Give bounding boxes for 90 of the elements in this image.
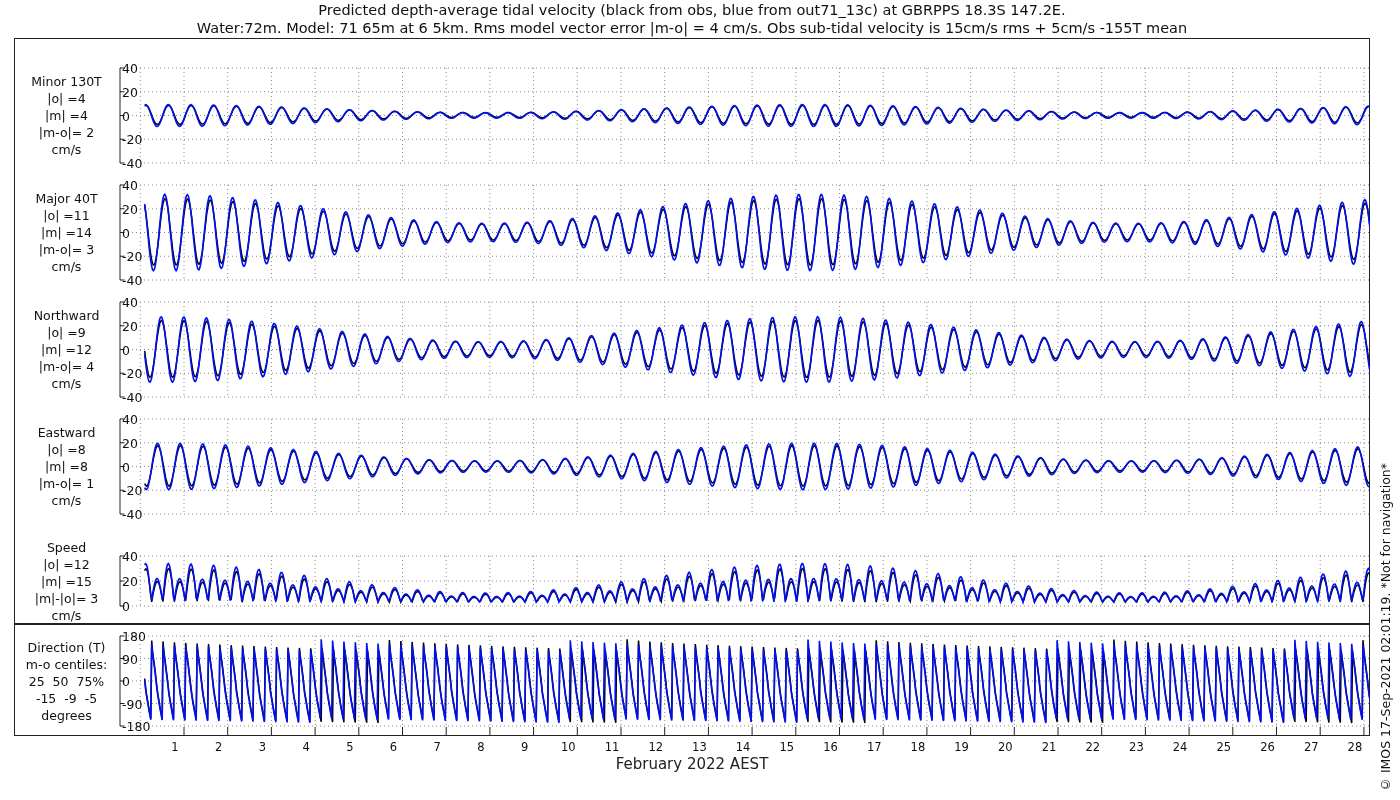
panel-label: |m-o|= 2 (38, 124, 95, 141)
axis-tick-label: 20 (122, 318, 138, 334)
axis-tick-label: 11 (604, 740, 620, 754)
panel-label: Minor 130T (31, 73, 102, 90)
panel-label: Eastward (37, 424, 96, 441)
panel-label: Speed (46, 538, 87, 556)
axis-tick-label: 20 (122, 435, 138, 451)
axis-tick-label: 24 (1172, 740, 1188, 754)
axis-tick-label: 20 (122, 201, 138, 217)
axis-tick-label: 14 (735, 740, 751, 754)
credit-text: © IMOS 17-Sep-2021 02:01:19. *Not for navigation* (1377, 462, 1393, 792)
panel-label: |m-o|= 4 (38, 358, 95, 375)
axis-tick-label: 3 (258, 740, 267, 754)
axis-tick-label: -40 (122, 156, 143, 171)
axis-tick-label: 0 (122, 225, 130, 241)
axis-tick-label: 40 (122, 549, 138, 564)
panel-label: Major 40T (35, 190, 98, 207)
axis-title: February 2022 AEST (615, 755, 769, 773)
axis-tick-label: 0 (122, 599, 130, 614)
panel-label: |m| =14 (41, 224, 92, 241)
chart-title: Water:72m. Model: 71 65m at 6 5km. Rms model vector error |m-o| = 4 cm/s. Obs sub-tidal velocity is 15cm/s rms + 5cm/s -155T mean (196, 19, 1188, 37)
panel-label: |m|-|o|= 3 (34, 589, 99, 607)
axis-tick-label: 27 (1303, 740, 1319, 754)
axis-tick-label: -20 (122, 366, 143, 382)
axis-tick-label: 19 (954, 740, 969, 754)
axis-tick-label: 0 (122, 674, 130, 689)
axis-tick-label: 1 (171, 740, 179, 754)
axis-tick-label: -90 (122, 696, 143, 712)
panel-label: |m-o|= 1 (38, 475, 95, 492)
axis-tick-label: 4 (302, 740, 310, 754)
axis-tick-label: 18 (910, 740, 926, 754)
axis-tick-label: 25 (1216, 740, 1232, 754)
panel-label: |o| =4 (47, 90, 86, 107)
axis-tick-label: 2 (215, 740, 223, 754)
axis-tick-label: 0 (122, 342, 130, 358)
axis-tick-label: 15 (779, 740, 795, 754)
panel-label: m-o centiles: (25, 655, 108, 673)
panel-label: cm/s (51, 492, 82, 509)
axis-tick-label: 17 (866, 740, 882, 754)
axis-tick-label: 21 (1041, 740, 1057, 754)
axis-tick-label: 5 (346, 740, 354, 754)
axis-tick-label: 90 (122, 651, 138, 667)
panel-label: |o| =12 (43, 555, 90, 573)
axis-tick-label: 0 (122, 108, 130, 124)
panel-label: |m| =12 (41, 341, 92, 358)
axis-tick-label: 6 (389, 740, 398, 754)
axis-tick-label: 16 (823, 740, 838, 754)
panel-label: |m| =4 (45, 107, 88, 124)
panel-label: 25 50 75% (28, 672, 105, 690)
axis-tick-label: 20 (122, 84, 138, 100)
axis-tick-label: -40 (122, 273, 143, 288)
axis-tick-label: 13 (692, 740, 707, 754)
panel-label: -15 -9 -5 (35, 689, 98, 707)
panel-label: cm/s (51, 258, 82, 275)
panel-label: cm/s (51, 375, 82, 392)
axis-tick-label: 10 (561, 740, 576, 754)
axis-tick-label: 23 (1129, 740, 1144, 754)
axis-tick-label: 8 (477, 740, 485, 754)
axis-tick-label: -40 (122, 390, 143, 405)
panel-label: Northward (33, 307, 100, 324)
axis-tick-label: -20 (122, 483, 143, 499)
axis-tick-label: 7 (433, 740, 441, 754)
panel-label: cm/s (51, 141, 82, 158)
axis-tick-label: 0 (122, 459, 130, 475)
panel-label: |o| =11 (43, 207, 90, 224)
panel-label: degrees (41, 706, 92, 724)
chart-title: Predicted depth-average tidal velocity (black from obs, blue from out71_13c) at GBRPPS 18.3S 147.2E. (318, 1, 1066, 19)
axis-tick-label: -40 (122, 507, 143, 522)
panel-label: |o| =9 (47, 324, 86, 341)
axis-tick-label: 20 (998, 740, 1013, 754)
axis-tick-label: 20 (122, 574, 138, 589)
axis-tick-label: 26 (1260, 740, 1275, 754)
axis-tick-label: -20 (122, 249, 143, 265)
panel-label: |m| =8 (45, 458, 88, 475)
axis-tick-label: 28 (1347, 740, 1363, 754)
panel-label: Direction (T) (27, 638, 106, 656)
axis-tick-label: 180 (122, 629, 146, 644)
panel-label: |o| =8 (47, 441, 86, 458)
axis-tick-label: 40 (122, 295, 138, 310)
axis-tick-label: 12 (648, 740, 663, 754)
panel-label: |m| =15 (41, 572, 92, 590)
axis-tick-label: 22 (1085, 740, 1100, 754)
axis-tick-label: 40 (122, 178, 138, 193)
axis-tick-label: 9 (520, 740, 529, 754)
axis-tick-label: 40 (122, 61, 138, 76)
panel-label: |m-o|= 3 (38, 241, 95, 258)
axis-tick-label: -20 (122, 132, 143, 148)
panel-label: cm/s (51, 606, 82, 624)
axis-tick-label: -180 (122, 719, 151, 734)
axis-tick-label: 40 (122, 412, 138, 427)
